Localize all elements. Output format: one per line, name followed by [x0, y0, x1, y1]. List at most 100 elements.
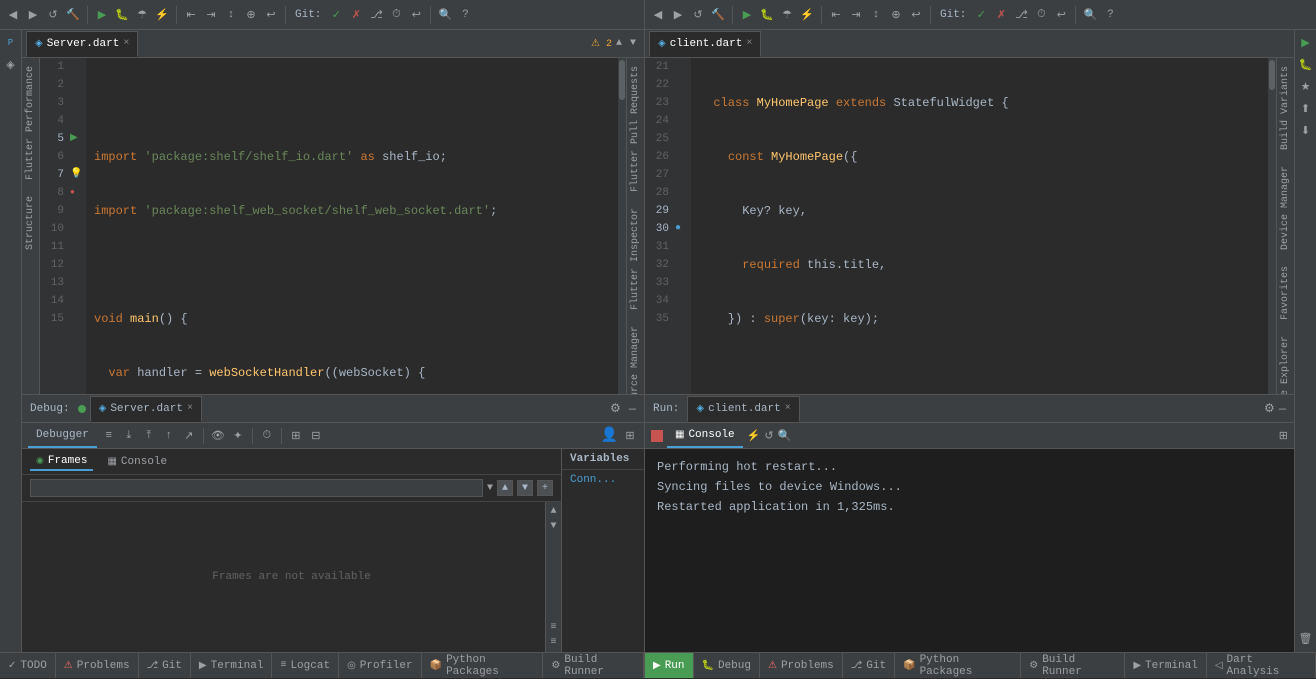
scroll-more2-btn[interactable]: ≡: [550, 637, 556, 648]
client-dart-tab-close[interactable]: ×: [746, 38, 752, 49]
toolbar-icon-git-undo[interactable]: ↩: [407, 6, 425, 24]
status-git[interactable]: ⎇ Git: [139, 653, 191, 678]
toolbar-icon-revert[interactable]: ↩: [262, 6, 280, 24]
activity-project[interactable]: P: [2, 34, 20, 52]
run-client-tab[interactable]: ◈ client.dart ×: [687, 396, 799, 422]
toolbar-r-debug[interactable]: 🐛: [758, 6, 776, 24]
tools-align-up-icon[interactable]: ⬆: [1297, 100, 1315, 118]
debug-tb-layout2[interactable]: ⊟: [308, 428, 324, 444]
status-python-packages-left[interactable]: 📦 Python Packages: [422, 653, 544, 678]
client-dart-tab[interactable]: ◈ client.dart ×: [649, 31, 761, 57]
toolbar-r-search[interactable]: 🔍: [1081, 6, 1099, 24]
toolbar-r-prof[interactable]: ⚡: [798, 6, 816, 24]
run-stop-btn[interactable]: [651, 430, 663, 442]
status-todo[interactable]: ✓ TODO: [0, 653, 56, 678]
scroll-up-btn[interactable]: ▲: [550, 506, 556, 517]
toolbar-r-cov[interactable]: ☂: [778, 6, 796, 24]
status-debug-btn[interactable]: 🐛 Debug: [694, 653, 760, 678]
flutter-inspector-tab[interactable]: Flutter Inspector: [628, 200, 643, 318]
tools-delete-icon[interactable]: 🗑: [1297, 630, 1315, 648]
toolbar-r-forward[interactable]: ▶: [669, 6, 687, 24]
debug-tb-watch[interactable]: 👁: [210, 428, 226, 444]
debug-file-tab-close[interactable]: ×: [187, 403, 193, 414]
status-build-runner-right[interactable]: ⚙ Build Runner: [1021, 653, 1125, 678]
status-problems-right[interactable]: ⚠ Problems: [760, 653, 843, 678]
tools-star-icon[interactable]: ★: [1297, 78, 1315, 96]
toolbar-icon-git4[interactable]: ⊕: [242, 6, 260, 24]
flutter-pull-requests-tab[interactable]: Flutter Pull Requests: [628, 58, 643, 200]
status-terminal[interactable]: ▶ Terminal: [191, 653, 273, 678]
tools-run-icon[interactable]: ▶: [1297, 34, 1315, 52]
frames-btn-down[interactable]: ▼: [517, 480, 533, 496]
debug-tb-step[interactable]: ↗: [181, 428, 197, 444]
toolbar-icon-git-branch[interactable]: ⎇: [367, 6, 385, 24]
run-file-close[interactable]: ×: [785, 403, 791, 414]
toolbar-r-revert[interactable]: ↩: [907, 6, 925, 24]
scroll-more-btn[interactable]: ≡: [550, 622, 556, 633]
run-reload-icon[interactable]: ↺: [764, 429, 773, 443]
debug-tb-eval[interactable]: ✦: [230, 428, 246, 444]
status-build-runner[interactable]: ⚙ Build Runner: [543, 653, 644, 678]
frames-tab[interactable]: ◉ Frames: [30, 453, 93, 471]
toolbar-icon-search[interactable]: 🔍: [436, 6, 454, 24]
debugger-tab[interactable]: Debugger: [28, 424, 97, 448]
toolbar-r-branch[interactable]: ⎇: [1012, 6, 1030, 24]
frames-input-field[interactable]: [30, 479, 483, 497]
toolbar-icon-back[interactable]: ◀: [4, 6, 22, 24]
structure-tab[interactable]: Structure: [23, 188, 38, 258]
toolbar-r-run[interactable]: ▶: [738, 6, 756, 24]
status-dart-analysis[interactable]: ◁ Dart Analysis: [1207, 653, 1316, 678]
status-terminal-right[interactable]: ▶ Terminal: [1125, 653, 1207, 678]
run-search-icon[interactable]: 🔍: [778, 429, 792, 443]
status-git-right[interactable]: ⎇ Git: [843, 653, 895, 678]
frames-input-dropdown[interactable]: ▼: [487, 483, 493, 494]
console-active-tab[interactable]: ▦ Console: [667, 424, 743, 448]
toolbar-icon-debug[interactable]: 🐛: [113, 6, 131, 24]
r-favorites-tab[interactable]: Favorites: [1278, 258, 1293, 328]
toolbar-icon-coverage[interactable]: ☂: [133, 6, 151, 24]
toolbar-icon-build[interactable]: 🔨: [64, 6, 82, 24]
resource-manager-tab[interactable]: Resource Manager: [628, 318, 643, 394]
debug-tb-resume[interactable]: ↑: [161, 428, 177, 444]
toolbar-icon-git-x[interactable]: ✗: [347, 6, 365, 24]
toolbar-r-back[interactable]: ◀: [649, 6, 667, 24]
toolbar-r-git3[interactable]: ↕: [867, 6, 885, 24]
toolbar-r-gitx[interactable]: ✗: [992, 6, 1010, 24]
status-problems[interactable]: ⚠ Problems: [56, 653, 139, 678]
toolbar-icon-git2[interactable]: ⇥: [202, 6, 220, 24]
debug-gear-icon[interactable]: ⚙: [610, 401, 621, 416]
debug-file-tab[interactable]: ◈ Server.dart ×: [90, 396, 202, 422]
server-dart-tab[interactable]: ◈ Server.dart ×: [26, 31, 138, 57]
run-gutter-icon[interactable]: ▶: [70, 130, 78, 148]
debug-tb-clock[interactable]: ⏱: [259, 428, 275, 444]
debug-tb-more[interactable]: ⊞: [622, 428, 638, 444]
run-lightning-icon[interactable]: ⚡: [747, 429, 761, 443]
toolbar-icon-forward[interactable]: ▶: [24, 6, 42, 24]
run-more-icon[interactable]: ⊞: [1279, 429, 1288, 443]
bp-gutter-icon[interactable]: ●: [70, 184, 75, 202]
run-minimize-icon[interactable]: —: [1279, 402, 1286, 416]
toolbar-r-git1[interactable]: ⇤: [827, 6, 845, 24]
toolbar-icon-git3[interactable]: ↕: [222, 6, 240, 24]
r-device-manager-tab[interactable]: Device Manager: [1278, 158, 1293, 258]
toolbar-icon-git-clock[interactable]: ⏱: [387, 6, 405, 24]
debug-tb-user[interactable]: 👤: [601, 427, 618, 444]
toolbar-r-check[interactable]: ✓: [972, 6, 990, 24]
scroll-down-btn[interactable]: ▼: [550, 521, 556, 532]
debug-tb-up[interactable]: ⤒: [141, 428, 157, 444]
status-run-btn[interactable]: ▶ Run: [645, 653, 694, 678]
toolbar-r-git2[interactable]: ⇥: [847, 6, 865, 24]
r-build-file-tab[interactable]: Device File Explorer: [1278, 328, 1293, 394]
toolbar-r-help[interactable]: ?: [1101, 6, 1119, 24]
left-scrollbar[interactable]: [618, 58, 626, 394]
toolbar-r-clock[interactable]: ⏱: [1032, 6, 1050, 24]
debug-minimize-icon[interactable]: —: [629, 402, 636, 416]
run-gear-icon[interactable]: ⚙: [1264, 401, 1275, 416]
toolbar-icon-help[interactable]: ?: [456, 6, 474, 24]
status-profiler[interactable]: ◎ Profiler: [339, 653, 422, 678]
editor-scroll-up[interactable]: ▲: [612, 38, 626, 49]
toolbar-r-git4[interactable]: ⊕: [887, 6, 905, 24]
toolbar-icon-refresh[interactable]: ↺: [44, 6, 62, 24]
toolbar-icon-git1[interactable]: ⇤: [182, 6, 200, 24]
toolbar-icon-run[interactable]: ▶: [93, 6, 111, 24]
